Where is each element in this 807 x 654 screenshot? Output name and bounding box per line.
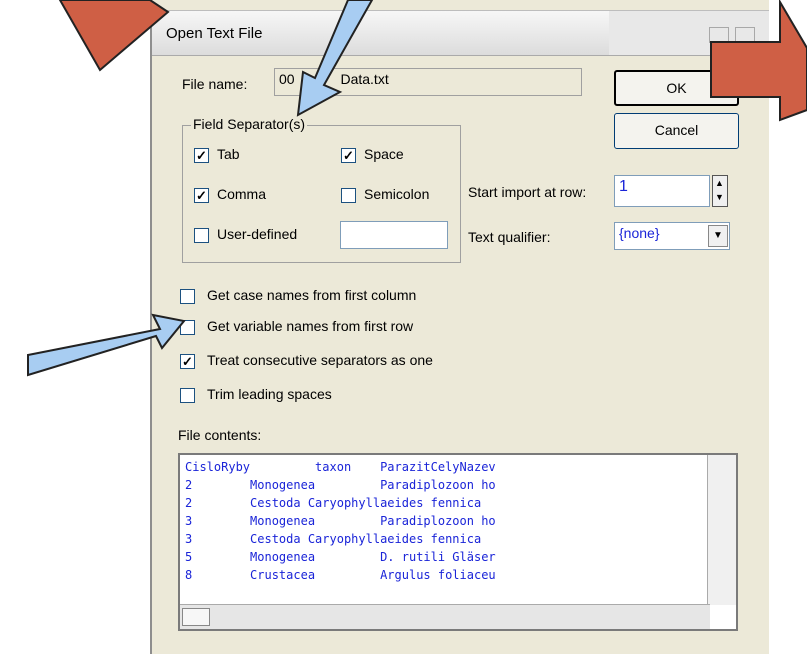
blue-arrow-left-icon	[27, 313, 186, 377]
red-arrow-right-icon	[710, 0, 807, 122]
red-arrow-top-left-icon	[58, 0, 170, 72]
annotation-arrows	[27, 0, 807, 377]
blue-arrow-top-icon	[296, 0, 374, 117]
